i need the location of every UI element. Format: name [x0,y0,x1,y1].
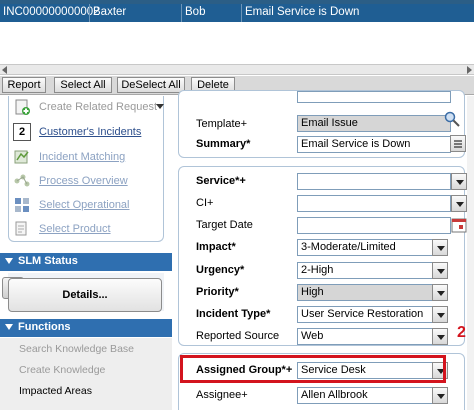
priority-label: Priority* [196,286,239,298]
template-summary-card: Template+ Email Issue Summary* Email Ser… [178,90,466,158]
deselect-all-button[interactable]: DeSelect All [117,77,185,93]
select-operational-label: Select Operational [39,199,130,211]
urgency-dropdown-button[interactable] [432,262,448,279]
urgency-label: Urgency* [196,264,245,276]
priority-field: High [297,284,433,301]
service-field[interactable] [297,173,451,190]
service-label: Service*+ [196,175,246,187]
scroll-left-icon[interactable] [2,66,7,74]
first-name-cell: Bob [185,6,206,18]
functions-header[interactable]: Functions [0,319,172,337]
select-product-icon [15,221,27,236]
incident-id-cell: INC000000000002 [3,6,100,18]
incident-type-select[interactable]: User Service Restoration [297,306,433,323]
incident-matching-label: Incident Matching [39,151,126,163]
create-knowledge-link[interactable]: Create Knowledge [19,364,105,376]
column-divider [89,4,90,22]
top-field[interactable] [297,91,451,103]
target-date-label: Target Date [196,219,253,231]
assignee-label: Assignee+ [196,389,248,401]
create-related-icon [15,99,30,115]
assignee-select[interactable]: Allen Allbrook [297,387,433,404]
priority-dropdown-button[interactable] [432,284,448,301]
slm-status-title: SLM Status [18,255,78,267]
assignee-dropdown-button[interactable] [432,387,448,404]
scroll-right-icon[interactable] [467,66,472,74]
slm-status-header[interactable]: SLM Status [0,253,172,271]
customers-incidents-label: Customer's Incidents [39,126,142,138]
text-lines-icon [454,140,462,148]
ci-label: CI+ [196,197,214,209]
search-icon[interactable] [444,111,460,127]
impacted-areas-link[interactable]: Impacted Areas [19,385,92,397]
impact-dropdown-button[interactable] [432,239,448,256]
incident-type-label: Incident Type* [196,308,271,320]
classification-card: Service*+ CI+ Target Date Impact* 3-Mode… [178,166,467,346]
ci-dropdown-button[interactable] [451,195,467,212]
process-overview-icon [14,174,30,187]
incident-form: Template+ Email Issue Summary* Email Ser… [172,90,474,410]
annotation-number: 2 [457,324,466,341]
last-name-cell: Baxter [93,6,127,18]
highlight-box [180,355,446,383]
summary-label: Summary* [196,138,251,150]
ci-field[interactable] [297,195,451,212]
customer-incidents-icon: 2 [13,123,31,141]
slm-details-button[interactable]: Details... [8,278,162,312]
service-dropdown-button[interactable] [451,173,467,190]
remedy-incident-console: INC000000000002 Baxter Bob Email Service… [0,0,474,410]
column-divider [241,4,242,22]
summary-cell: Email Service is Down [245,6,360,18]
functions-list: Search Knowledge Base Create Knowledge I… [0,338,172,410]
reported-source-dropdown-button[interactable] [432,328,448,345]
template-field[interactable]: Email Issue [297,115,451,132]
vertical-scrollbar[interactable] [467,96,474,410]
calendar-icon[interactable] [451,218,467,233]
select-all-button[interactable]: Select All [54,77,112,93]
column-divider [181,4,182,22]
collapse-triangle-icon[interactable] [5,258,13,264]
horizontal-scrollbar[interactable] [0,64,474,75]
select-product-label: Select Product [39,223,111,235]
target-date-field[interactable] [297,217,451,234]
collapse-triangle-icon[interactable] [5,324,13,330]
create-related-request-label: Create Related Request [39,101,158,113]
search-knowledge-base-link[interactable]: Search Knowledge Base [19,343,134,355]
process-overview-label: Process Overview [39,175,128,187]
reported-source-label: Reported Source [196,330,280,342]
table-row[interactable]: INC000000000002 Baxter Bob Email Service… [0,4,474,22]
select-operational-icon [15,198,29,212]
reported-source-select[interactable]: Web [297,328,433,345]
impact-label: Impact* [196,241,236,253]
chevron-down-icon[interactable] [156,104,164,110]
urgency-select[interactable]: 2-High [297,262,433,279]
incident-type-dropdown-button[interactable] [432,306,448,323]
functions-title: Functions [18,321,71,333]
quick-links-card: Create Related Request 2 Customer's Inci… [8,96,164,242]
summary-field[interactable]: Email Service is Down [297,136,451,153]
incident-matching-icon [14,150,29,164]
impact-select[interactable]: 3-Moderate/Limited [297,239,433,256]
report-button[interactable]: Report [2,77,46,93]
template-label: Template+ [196,118,248,130]
edit-text-button[interactable] [450,135,466,152]
